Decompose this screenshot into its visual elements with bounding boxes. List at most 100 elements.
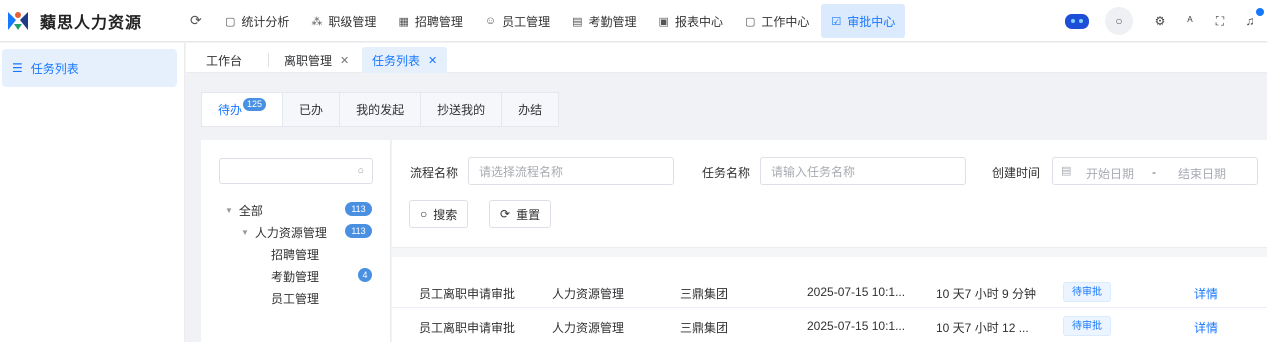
cell-duration: 10 天7 小时 9 分钟	[936, 287, 1037, 301]
menu-item-rank[interactable]: ⁂ 职级管理	[301, 4, 386, 38]
app-logo[interactable]: 蘱思人力资源	[6, 8, 142, 34]
menu-item-label: 员工管理	[502, 14, 551, 29]
tree-node-label: 招聘管理	[271, 248, 320, 262]
search-button[interactable]: ○	[1105, 7, 1133, 35]
table-row: 员工离职申请审批 人力资源管理 三鼎集团 2025-07-15 10:1... …	[392, 276, 1267, 308]
chart-icon: ▣	[658, 15, 669, 28]
top-menu: ▢ 统计分析 ⁂ 职级管理 ▦ 招聘管理 ☺ 员工管理 ▤ 考勤管理 ▣ 报表中心 ▢ 工作中…	[215, 4, 907, 38]
subtab-cc[interactable]: 抄送我的	[421, 93, 503, 126]
search-button[interactable]: ○ 搜索	[409, 200, 469, 228]
subtab-label: 办结	[518, 103, 543, 117]
created-time-label: 创建时间	[992, 166, 1041, 180]
sidebar: ☰ 任务列表	[0, 43, 185, 342]
subtab-closed[interactable]: 办结	[502, 93, 559, 126]
search-icon: ○	[357, 165, 364, 177]
document-icon: ▢	[225, 15, 236, 28]
search-icon: ○	[420, 207, 428, 221]
tab-resignation[interactable]: 离职管理 ✕	[284, 47, 349, 73]
end-date-placeholder[interactable]: 结束日期	[1178, 165, 1226, 182]
search-icon: ○	[1115, 14, 1123, 28]
refresh-icon[interactable]: ⟳	[190, 12, 202, 29]
start-date-placeholder[interactable]: 开始日期	[1086, 165, 1134, 182]
subtab-label: 已办	[299, 103, 324, 117]
tree-search-input[interactable]: ○	[219, 158, 373, 184]
process-name-select[interactable]: 请选择流程名称	[468, 157, 674, 185]
calendar-icon: ▤	[1061, 165, 1072, 177]
button-label: 重置	[516, 207, 541, 222]
cell-duration: 10 天7 小时 12 ...	[936, 321, 1029, 335]
menu-item-reports[interactable]: ▣ 报表中心	[649, 4, 733, 38]
menu-item-approval-center[interactable]: ☑ 审批中心	[821, 4, 906, 38]
caret-down-icon: ▼	[225, 206, 233, 215]
top-bar: 蘱思人力资源 ⟳ ▢ 统计分析 ⁂ 职级管理 ▦ 招聘管理 ☺ 员工管理 ▤ 考勤管理 ▣…	[0, 0, 1267, 42]
task-name-label: 任务名称	[702, 166, 751, 180]
menu-item-label: 工作中心	[761, 14, 810, 29]
page-tabs: 工作台 离职管理 ✕ 任务列表 ✕	[186, 43, 1267, 73]
menu-item-employees[interactable]: ☺ 员工管理	[475, 4, 560, 38]
tree-node-label: 员工管理	[271, 292, 320, 306]
tree-node-hr[interactable]: ▼ 人力资源管理	[241, 224, 327, 241]
range-separator: -	[1152, 165, 1156, 179]
tree-node-recruitment[interactable]: 招聘管理	[271, 246, 319, 263]
checkbox-icon: ☑	[831, 15, 842, 28]
cell-category: 人力资源管理	[552, 321, 625, 335]
date-range-picker[interactable]: ▤ 开始日期 - 结束日期	[1052, 157, 1258, 185]
close-icon[interactable]: ✕	[340, 54, 349, 67]
process-name-label: 流程名称	[410, 166, 459, 180]
notification-dot	[1256, 8, 1264, 16]
subtab-label: 待办	[218, 103, 243, 117]
tab-separator	[268, 53, 269, 67]
translate-icon[interactable]: ᴬ	[1177, 14, 1203, 28]
sidebar-item-task-list[interactable]: ☰ 任务列表	[2, 49, 177, 87]
menu-item-attendance[interactable]: ▤ 考勤管理	[562, 4, 646, 38]
fullscreen-icon[interactable]: ⛶	[1207, 14, 1233, 29]
app-title: 蘱思人力资源	[40, 15, 143, 32]
cell-process-name: 员工离职申请审批	[419, 287, 516, 301]
subtab-label: 我的发起	[356, 103, 405, 117]
button-label: 搜索	[433, 207, 458, 222]
sidebar-item-label: 任务列表	[30, 61, 79, 76]
subtab-done[interactable]: 已办	[283, 93, 341, 126]
grid-icon: ▦	[398, 15, 409, 28]
caret-down-icon: ▼	[241, 228, 249, 237]
count-badge: 125	[243, 98, 267, 111]
menu-item-label: 审批中心	[847, 14, 896, 29]
menu-item-work-center[interactable]: ▢ 工作中心	[735, 4, 819, 38]
tree-node-label: 考勤管理	[271, 270, 320, 284]
subtab-initiated[interactable]: 我的发起	[340, 93, 422, 126]
tree-node-all[interactable]: ▼ 全部	[225, 202, 263, 219]
menu-item-label: 报表中心	[674, 14, 723, 29]
tab-label: 任务列表	[372, 53, 421, 68]
detail-link[interactable]: 详情	[1194, 285, 1218, 302]
status-badge: 待审批	[1063, 316, 1111, 336]
refresh-icon: ⟳	[500, 207, 511, 221]
tab-label: 工作台	[206, 53, 243, 68]
tab-task-list[interactable]: 任务列表 ✕	[362, 47, 448, 73]
logo-icon	[8, 12, 28, 30]
document-icon: ▢	[744, 15, 756, 28]
cell-process-name: 员工离职申请审批	[419, 321, 516, 335]
tree-node-employees[interactable]: 员工管理	[271, 290, 319, 307]
org-chart-icon: ⁂	[311, 15, 323, 28]
cell-created-time: 2025-07-15 10:1...	[807, 319, 906, 333]
subtab-todo[interactable]: 待办 125	[202, 93, 284, 126]
menu-item-recruitment[interactable]: ▦ 招聘管理	[388, 4, 472, 38]
settings-icon[interactable]: ⚙	[1147, 14, 1173, 28]
menu-item-label: 统计分析	[241, 14, 290, 29]
tree-node-attendance[interactable]: 考勤管理	[271, 268, 319, 285]
table-row: 员工离职申请审批 人力资源管理 三鼎集团 2025-07-15 10:1... …	[392, 310, 1267, 342]
close-icon[interactable]: ✕	[428, 54, 437, 67]
tab-workbench[interactable]: 工作台	[206, 47, 242, 73]
task-name-input[interactable]: 请输入任务名称	[760, 157, 966, 185]
menu-item-statistics[interactable]: ▢ 统计分析	[215, 4, 299, 38]
detail-link[interactable]: 详情	[1194, 319, 1218, 336]
reset-button[interactable]: ⟳ 重置	[489, 200, 552, 228]
category-tree: ○ ▼ 全部 113 ▼ 人力资源管理 113 招聘管理 考勤管理 4 员工管理	[201, 140, 391, 342]
count-badge: 4	[358, 268, 372, 282]
section-divider	[392, 247, 1267, 257]
subtab-label: 抄送我的	[437, 103, 486, 117]
robot-assistant-icon[interactable]	[1063, 11, 1091, 31]
card-icon: ▤	[572, 15, 583, 28]
menu-item-label: 考勤管理	[588, 14, 637, 29]
bell-icon[interactable]: ♫	[1237, 8, 1264, 28]
